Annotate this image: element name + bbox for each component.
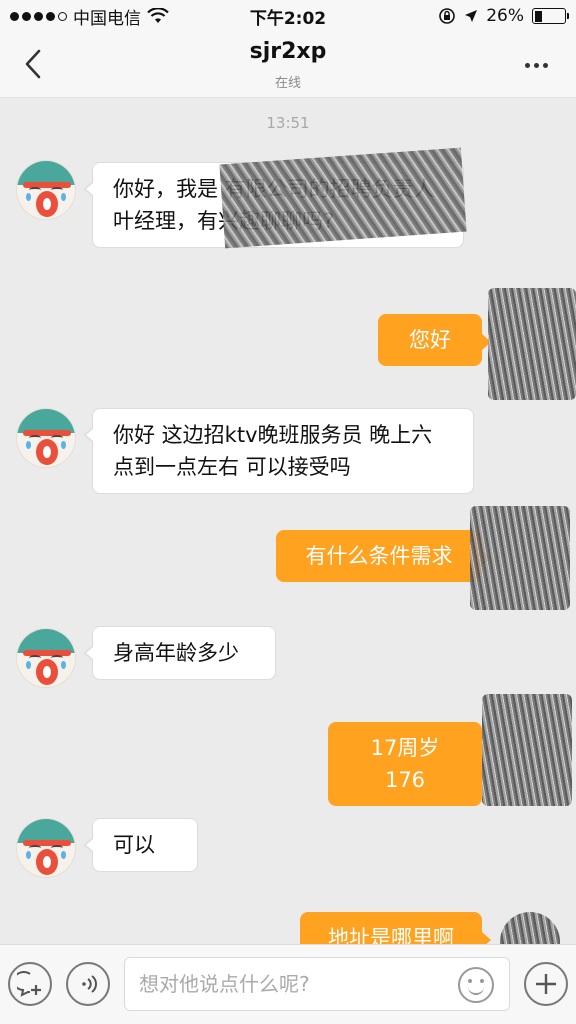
more-dot-icon (533, 62, 539, 68)
signal-strength-icon (10, 11, 67, 21)
message-bubble-outgoing[interactable]: 您好 (378, 314, 491, 366)
message-text: 地址是哪里啊 (328, 926, 454, 944)
battery-percent: 26% (486, 6, 524, 26)
more-dot-icon (542, 62, 548, 68)
chat-area[interactable]: 13:51 你好，我是 有限公司的招聘负责人叶经理，有兴趣聊聊吗? 您好 你好 … (0, 98, 576, 944)
contact-name: sjr2xp (249, 39, 327, 64)
message-text: 有什么条件需求 (305, 544, 453, 568)
input-bar (0, 944, 576, 1024)
redacted-user-avatar (482, 694, 572, 806)
more-dot-icon (524, 62, 530, 68)
voice-wave-icon (82, 975, 97, 993)
contact-avatar[interactable] (16, 408, 76, 468)
contact-avatar[interactable] (16, 160, 76, 220)
message-text: 你好 这边招ktv晚班服务员 晚上六点到一点左右 可以接受吗 (113, 423, 433, 479)
voice-input-button[interactable] (66, 962, 110, 1006)
message-bubble-incoming[interactable]: 可以 (84, 818, 198, 872)
status-bar: 中国电信 下午2:02 26% (0, 0, 576, 32)
rotation-lock-icon (439, 8, 456, 24)
message-bubble-outgoing[interactable]: 有什么条件需求 (276, 530, 491, 582)
add-comment-button[interactable] (8, 962, 52, 1006)
message-bubble-outgoing[interactable]: 17周岁 176 (328, 722, 491, 806)
message-bubble-incoming[interactable]: 你好 这边招ktv晚班服务员 晚上六点到一点左右 可以接受吗 (84, 408, 474, 494)
redacted-user-avatar (488, 288, 576, 400)
more-attachments-button[interactable] (524, 962, 568, 1006)
message-input[interactable] (124, 957, 510, 1011)
speech-bubble-plus-icon (17, 971, 41, 997)
nav-bar: sjr2xp 在线 (0, 32, 576, 98)
message-bubble-incoming[interactable]: 身高年龄多少 (84, 626, 276, 680)
redacted-user-avatar (470, 506, 570, 610)
more-options-button[interactable] (518, 54, 554, 76)
message-timestamp: 13:51 (266, 114, 310, 132)
online-status: 在线 (274, 76, 301, 91)
redaction-scribble (219, 147, 467, 249)
carrier-label: 中国电信 (73, 8, 141, 29)
battery-fill (534, 10, 543, 22)
wifi-icon (147, 8, 169, 23)
location-icon (465, 10, 478, 22)
message-text: 可以 (113, 833, 155, 857)
emoji-button[interactable] (458, 967, 494, 1003)
message-text: 17周岁 176 (370, 736, 440, 792)
status-right: 26% (438, 6, 569, 26)
redacted-user-avatar (500, 912, 560, 944)
message-text: 您好 (409, 328, 451, 352)
contact-avatar[interactable] (16, 818, 76, 878)
contact-avatar[interactable] (16, 628, 76, 688)
message-text: 身高年龄多少 (113, 641, 239, 665)
status-left: 中国电信 (10, 4, 169, 29)
message-bubble-outgoing[interactable]: 地址是哪里啊 (300, 912, 491, 944)
plus-icon (536, 974, 556, 994)
battery-icon (532, 8, 569, 24)
